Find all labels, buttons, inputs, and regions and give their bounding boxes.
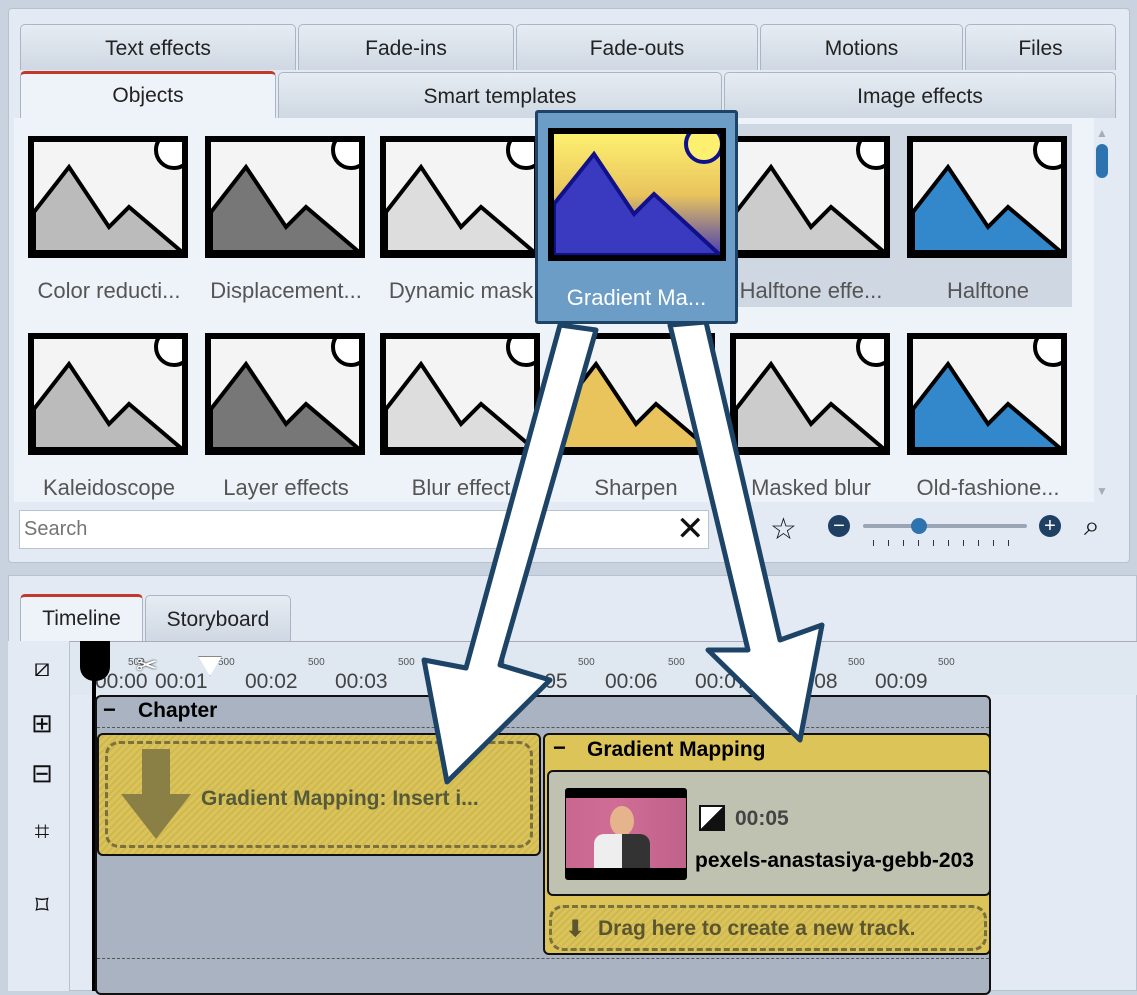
drag-arrow-left: [421, 322, 599, 785]
dragged-label: Gradient Ma...: [566, 285, 707, 310]
drag-arrow-right: [667, 319, 825, 743]
dragged-effect-gradient-mapping[interactable]: Gradient Ma...: [535, 110, 738, 324]
dragged-thumbnail: [548, 124, 726, 261]
